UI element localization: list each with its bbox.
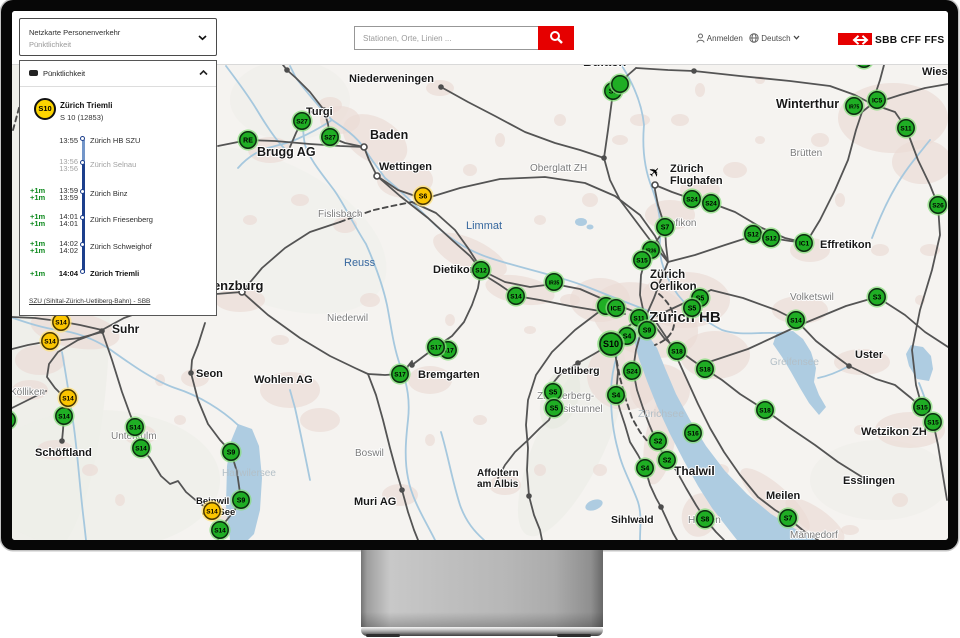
svg-text:Hallwilersee: Hallwilersee	[222, 468, 276, 479]
svg-text:Greifensee: Greifensee	[770, 357, 819, 368]
svg-text:IC1: IC1	[799, 241, 810, 248]
svg-text:S9: S9	[227, 450, 236, 457]
svg-text:S17: S17	[430, 345, 442, 352]
svg-text:S15: S15	[927, 420, 939, 427]
svg-text:ICE: ICE	[611, 306, 623, 313]
svg-text:S2: S2	[654, 439, 663, 446]
svg-text:Wohlen AG: Wohlen AG	[254, 374, 313, 386]
svg-text:Esslingen: Esslingen	[843, 475, 895, 487]
svg-text:S3: S3	[873, 295, 882, 302]
svg-text:Zürichsee: Zürichsee	[638, 408, 684, 420]
svg-text:S14: S14	[790, 318, 802, 325]
svg-text:Boswil: Boswil	[355, 448, 384, 459]
svg-text:Baden: Baden	[370, 128, 408, 142]
svg-text:RE: RE	[243, 138, 253, 145]
svg-text:Sihlwald: Sihlwald	[611, 514, 654, 526]
svg-text:S14: S14	[206, 509, 218, 516]
svg-text:S2: S2	[663, 458, 672, 465]
svg-text:S15: S15	[636, 258, 648, 265]
svg-text:S7: S7	[784, 516, 793, 523]
svg-text:Oerlikon: Oerlikon	[650, 281, 697, 293]
svg-text:S14: S14	[44, 339, 56, 346]
svg-text:S5: S5	[550, 406, 559, 413]
svg-text:S14: S14	[135, 446, 147, 453]
svg-text:Brugg AG: Brugg AG	[257, 145, 316, 159]
svg-text:Winterthur: Winterthur	[776, 97, 839, 111]
svg-text:Wettingen: Wettingen	[379, 161, 432, 173]
svg-text:Suhr: Suhr	[112, 322, 140, 336]
svg-text:Männedorf: Männedorf	[790, 530, 838, 540]
svg-text:S27: S27	[324, 135, 336, 142]
svg-text:S26: S26	[932, 203, 944, 210]
svg-text:S14: S14	[129, 425, 141, 432]
svg-text:S14: S14	[62, 396, 74, 403]
svg-text:S10: S10	[603, 339, 619, 349]
svg-text:Fislisbach: Fislisbach	[318, 209, 362, 220]
svg-text:S6: S6	[419, 194, 428, 201]
svg-text:S27: S27	[296, 119, 308, 126]
svg-text:S18: S18	[759, 408, 771, 415]
svg-text:Uster: Uster	[855, 349, 884, 361]
svg-text:S9: S9	[237, 498, 246, 505]
svg-text:S24: S24	[705, 201, 717, 208]
svg-text:Flughafen: Flughafen	[670, 175, 723, 187]
svg-text:Wetzikon ZH: Wetzikon ZH	[861, 426, 927, 438]
svg-text:S9: S9	[643, 328, 652, 335]
svg-text:Schöftland: Schöftland	[35, 447, 92, 459]
svg-text:S4: S4	[612, 393, 621, 400]
svg-text:am Albis: am Albis	[477, 479, 519, 490]
svg-text:S12: S12	[765, 236, 777, 243]
svg-text:S14: S14	[214, 528, 226, 535]
svg-text:S17: S17	[394, 372, 406, 379]
svg-text:S18: S18	[671, 349, 683, 356]
svg-text:Thalwil: Thalwil	[674, 464, 715, 478]
svg-text:S14: S14	[55, 320, 67, 327]
svg-text:S8: S8	[701, 517, 710, 524]
svg-text:Reuss: Reuss	[344, 257, 376, 269]
svg-text:Brütten: Brütten	[790, 148, 822, 159]
svg-text:IR35: IR35	[549, 281, 560, 287]
svg-text:Affoltern: Affoltern	[477, 468, 519, 479]
svg-text:S14: S14	[510, 294, 522, 301]
svg-text:Uetliberg: Uetliberg	[554, 365, 600, 377]
svg-text:Zürich: Zürich	[650, 269, 685, 281]
svg-text:S24: S24	[626, 369, 638, 376]
svg-text:S24: S24	[686, 197, 698, 204]
svg-text:S4: S4	[641, 466, 650, 473]
svg-text:S7: S7	[661, 225, 670, 232]
svg-text:Wies: Wies	[922, 66, 948, 78]
svg-text:S12: S12	[475, 268, 487, 275]
svg-text:S16: S16	[687, 431, 699, 438]
svg-text:S5: S5	[688, 306, 697, 313]
svg-text:Effretikon: Effretikon	[820, 239, 872, 251]
svg-text:S18: S18	[699, 367, 711, 374]
svg-text:IR75: IR75	[849, 105, 860, 111]
svg-text:Dietikon: Dietikon	[433, 264, 477, 276]
svg-text:S5: S5	[549, 390, 558, 397]
svg-text:Oberglatt ZH: Oberglatt ZH	[530, 163, 587, 174]
svg-text:Bremgarten: Bremgarten	[418, 369, 480, 381]
svg-text:Volketswil: Volketswil	[790, 292, 834, 303]
svg-text:S12: S12	[747, 232, 759, 239]
svg-text:S11: S11	[900, 126, 912, 133]
svg-text:Niederwil: Niederwil	[327, 313, 368, 324]
svg-text:Zürich: Zürich	[670, 163, 704, 175]
svg-text:Muri AG: Muri AG	[354, 496, 396, 508]
svg-text:Niederweningen: Niederweningen	[349, 73, 434, 85]
svg-text:S15: S15	[916, 405, 928, 412]
svg-text:Seon: Seon	[196, 368, 223, 380]
svg-text:S14: S14	[58, 414, 70, 421]
svg-text:Kölliken: Kölliken	[12, 387, 45, 398]
svg-text:Bülach: Bülach	[583, 65, 626, 69]
svg-text:IC5: IC5	[872, 98, 883, 105]
svg-text:Limmat: Limmat	[466, 220, 502, 232]
svg-text:Meilen: Meilen	[766, 490, 801, 502]
